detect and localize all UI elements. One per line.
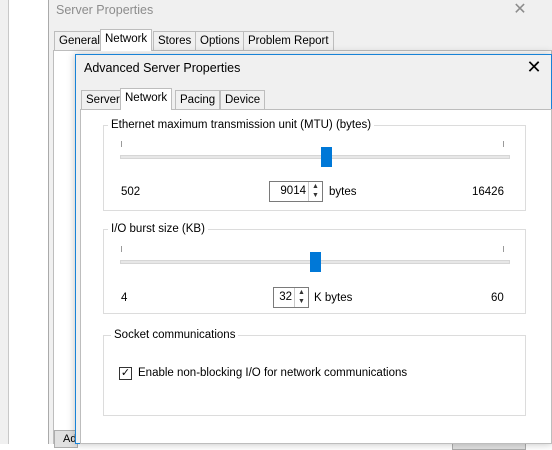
- background-window-edge: [0, 0, 9, 444]
- burst-slider-tick-min: [121, 246, 122, 252]
- dialog-tab-device[interactable]: Device: [220, 90, 266, 109]
- burst-spin-up-icon[interactable]: ▲: [295, 288, 308, 297]
- mtu-slider-tick-min: [121, 141, 122, 147]
- mtu-slider-track[interactable]: [120, 155, 510, 159]
- mtu-slider-thumb[interactable]: [320, 147, 332, 167]
- burst-value: 32: [279, 291, 292, 303]
- burst-min-label: 4: [121, 292, 128, 304]
- socket-group-label: Socket communications: [111, 329, 239, 341]
- non-blocking-io-checkbox[interactable]: ✓: [119, 367, 132, 380]
- burst-slider-tick-max: [503, 246, 504, 252]
- burst-value-spinbox[interactable]: 32 ▲ ▼: [273, 287, 309, 308]
- parent-tab-general[interactable]: General: [54, 31, 105, 50]
- mtu-spin-buttons: ▲ ▼: [308, 182, 322, 201]
- mtu-spin-up-icon[interactable]: ▲: [309, 182, 322, 191]
- mtu-value-spinbox[interactable]: 9014 ▲ ▼: [269, 181, 323, 202]
- dialog-close-icon[interactable]: ✕: [524, 57, 544, 77]
- parent-tab-options[interactable]: Options: [195, 31, 245, 50]
- mtu-min-label: 502: [121, 186, 141, 198]
- mtu-max-label: 16426: [472, 186, 504, 198]
- non-blocking-io-label[interactable]: Enable non-blocking I/O for network comm…: [138, 367, 407, 379]
- mtu-slider-tick-max: [503, 141, 504, 147]
- parent-window-title: Server Properties: [56, 3, 154, 17]
- dialog-tab-pacing[interactable]: Pacing: [175, 90, 221, 109]
- parent-tab-network[interactable]: Network: [100, 29, 153, 51]
- mtu-unit-label: bytes: [329, 186, 357, 198]
- dialog-tab-network[interactable]: Network: [120, 88, 173, 110]
- burst-unit-label: K bytes: [314, 292, 353, 304]
- burst-spin-down-icon[interactable]: ▼: [295, 297, 308, 306]
- burst-slider-thumb[interactable]: [309, 252, 321, 272]
- parent-close-icon[interactable]: ✕: [512, 0, 528, 20]
- parent-tab-problem-report[interactable]: Problem Report: [243, 31, 334, 50]
- dialog-tab-server[interactable]: Server: [81, 90, 125, 109]
- mtu-group-label: Ethernet maximum transmission unit (MTU)…: [108, 119, 375, 131]
- parent-tab-stores[interactable]: Stores: [153, 31, 197, 50]
- burst-group-label: I/O burst size (KB): [108, 223, 208, 235]
- mtu-spin-down-icon[interactable]: ▼: [309, 191, 322, 200]
- burst-spin-buttons: ▲ ▼: [294, 288, 308, 307]
- checkmark-icon: ✓: [120, 367, 131, 379]
- dialog-title: Advanced Server Properties: [84, 61, 241, 75]
- mtu-value: 9014: [280, 185, 306, 197]
- burst-max-label: 60: [491, 292, 504, 304]
